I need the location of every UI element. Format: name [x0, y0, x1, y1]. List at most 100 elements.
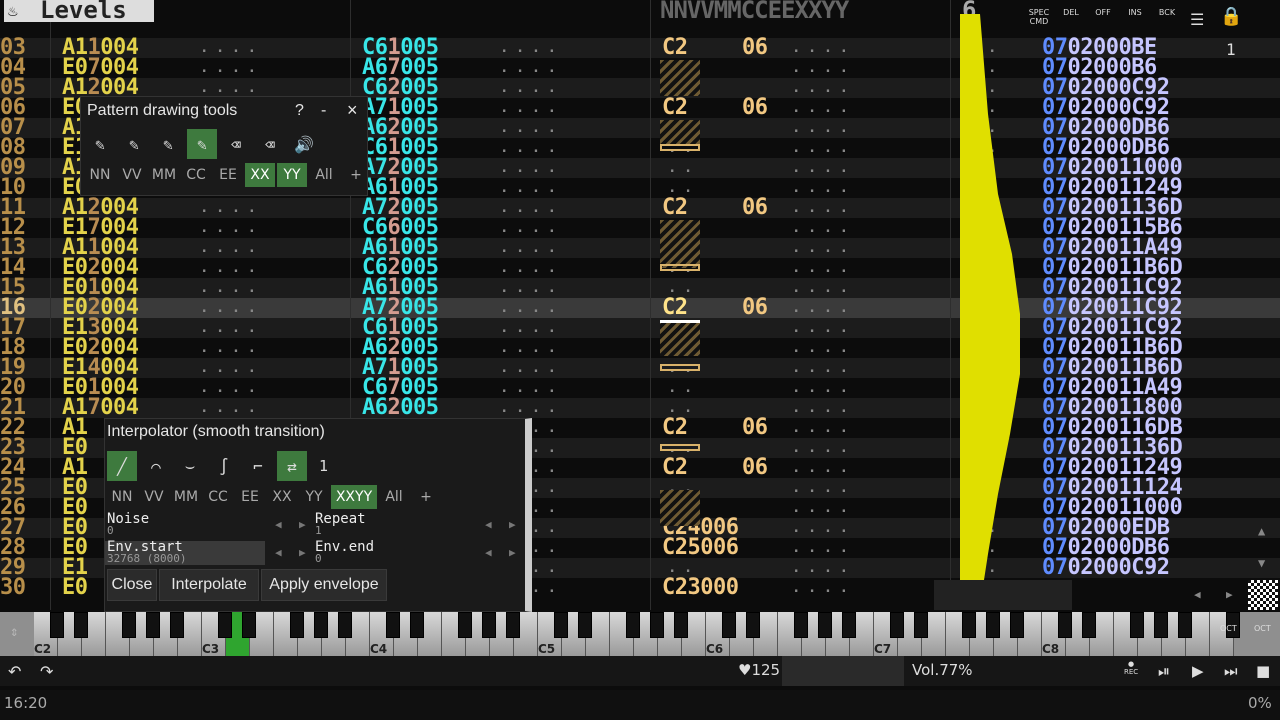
piano-black-key[interactable]	[242, 612, 256, 638]
volume-cell[interactable]: 06	[742, 97, 768, 119]
piano-black-key[interactable]	[338, 612, 352, 638]
chip-cc[interactable]: CC	[203, 485, 233, 509]
piano-black-key[interactable]	[1010, 612, 1024, 638]
noise-field[interactable]: Noise 0	[107, 512, 149, 537]
chip-ee[interactable]: EE	[213, 163, 243, 187]
minimize-button[interactable]: -	[321, 102, 326, 120]
volume-cell[interactable]: 06	[742, 37, 768, 59]
chip-vv[interactable]: VV	[117, 163, 147, 187]
backspace-icon[interactable]: BCK	[1152, 8, 1182, 17]
chip-vv[interactable]: VV	[139, 485, 169, 509]
chip-cc[interactable]: CC	[181, 163, 211, 187]
note-cell[interactable]: C2	[662, 457, 688, 479]
chip-add[interactable]: +	[411, 485, 441, 509]
piano-black-key[interactable]	[554, 612, 568, 638]
octave-up-button[interactable]: OCT	[1254, 624, 1271, 633]
play-from-cursor-icon[interactable]: ⏭	[1224, 662, 1238, 680]
apply-envelope-button[interactable]: Apply envelope	[261, 569, 387, 601]
bpm-display[interactable]: ♥125	[738, 661, 780, 679]
bpm-slider[interactable]	[782, 656, 904, 686]
chip-xxyy[interactable]: XXYY	[331, 485, 377, 509]
piano-black-key[interactable]	[914, 612, 928, 638]
note-cell[interactable]: C23000	[662, 577, 739, 599]
piano-black-key[interactable]	[578, 612, 592, 638]
note-cell[interactable]: C2	[662, 297, 688, 319]
repeat-dec-icon[interactable]: ◀	[485, 518, 492, 531]
volume-cell[interactable]: 06	[742, 457, 768, 479]
env-start-inc-icon[interactable]: ▶	[299, 546, 306, 559]
env-end-field[interactable]: Env.end 0	[315, 540, 374, 565]
chip-add[interactable]: +	[341, 163, 371, 187]
piano-black-key[interactable]	[386, 612, 400, 638]
noise-inc-icon[interactable]: ▶	[299, 518, 306, 531]
chip-nn[interactable]: NN	[107, 485, 137, 509]
eraser-all-icon[interactable]: ⌫	[255, 129, 285, 159]
lock-icon[interactable]: 🔒	[1220, 6, 1242, 27]
piano-black-key[interactable]	[506, 612, 520, 638]
piano-black-key[interactable]	[146, 612, 160, 638]
chip-all[interactable]: All	[309, 163, 339, 187]
interpolate-button[interactable]: Interpolate	[159, 569, 259, 601]
play-pattern-icon[interactable]: ⏯	[1158, 662, 1170, 680]
piano-black-key[interactable]	[890, 612, 904, 638]
spec-cmd-icon[interactable]: SPEC CMD	[1024, 8, 1054, 26]
piano-black-key[interactable]	[722, 612, 736, 638]
piano-black-key[interactable]	[458, 612, 472, 638]
note-cell[interactable]: C25006	[662, 537, 739, 559]
record-button[interactable]: ● REC	[1124, 660, 1138, 676]
piano-black-key[interactable]	[1058, 612, 1072, 638]
piano-black-key[interactable]	[410, 612, 424, 638]
pencil-vv-icon[interactable]: ✎	[153, 129, 183, 159]
env-start-dec-icon[interactable]: ◀	[275, 546, 282, 559]
env-end-dec-icon[interactable]: ◀	[485, 546, 492, 559]
chip-mm[interactable]: MM	[171, 485, 201, 509]
piano-black-key[interactable]	[74, 612, 88, 638]
piano-black-key[interactable]	[626, 612, 640, 638]
levels-title-bar[interactable]: ♨ Levels	[4, 0, 154, 24]
piano-black-key[interactable]	[746, 612, 760, 638]
piano-scroll-icon[interactable]: ⇕	[10, 624, 18, 640]
piano-black-key[interactable]	[122, 612, 136, 638]
ease-in-curve-icon[interactable]: ⌣	[175, 451, 205, 481]
note-cell[interactable]: C2	[662, 37, 688, 59]
octave-down-button[interactable]: OCT	[1220, 624, 1237, 633]
piano-black-key[interactable]	[1082, 612, 1096, 638]
note-cell[interactable]: A62005	[362, 397, 439, 419]
linear-curve-icon[interactable]: ╱	[107, 451, 137, 481]
piano-black-key[interactable]	[1178, 612, 1192, 638]
menu-icon[interactable]: ☰	[1190, 10, 1204, 29]
s-curve-icon[interactable]: ∫	[209, 451, 239, 481]
volume-cell[interactable]: 06	[742, 197, 768, 219]
scroll-down-icon[interactable]: ▼	[1258, 556, 1265, 570]
off-icon[interactable]: OFF	[1088, 8, 1118, 17]
piano-keyboard[interactable]: C2 C3 C4 C5 C6 C7 C8	[0, 612, 1280, 656]
eraser-icon[interactable]: ⌫	[221, 129, 251, 159]
insert-icon[interactable]: INS	[1120, 8, 1150, 17]
piano-black-key[interactable]	[170, 612, 184, 638]
piano-black-key[interactable]	[314, 612, 328, 638]
hex-cell[interactable]: 0702000C92	[1042, 557, 1170, 579]
piano-black-key[interactable]	[842, 612, 856, 638]
close-button[interactable]: ×	[347, 100, 358, 121]
chip-yy[interactable]: YY	[299, 485, 329, 509]
env-end-inc-icon[interactable]: ▶	[509, 546, 516, 559]
undo-icon[interactable]: ↶	[8, 662, 21, 681]
play-icon[interactable]: ▶	[1192, 662, 1204, 680]
piano-black-key[interactable]	[794, 612, 808, 638]
env-start-field[interactable]: Env.start 32768 (8000)	[105, 540, 265, 565]
volume-cell[interactable]: 06	[742, 417, 768, 439]
ease-out-curve-icon[interactable]: ⌒	[141, 451, 171, 481]
step-curve-icon[interactable]: ⌐	[243, 451, 273, 481]
horizontal-scrollbar[interactable]	[934, 580, 1072, 610]
chip-yy[interactable]: YY	[277, 163, 307, 187]
chip-nn[interactable]: NN	[85, 163, 115, 187]
volume-display[interactable]: Vol.77%	[912, 661, 973, 679]
chip-xx[interactable]: XX	[245, 163, 275, 187]
repeat-inc-icon[interactable]: ▶	[509, 518, 516, 531]
repeat-field[interactable]: Repeat 1	[315, 512, 366, 537]
pencil-off-icon[interactable]: ✎	[119, 129, 149, 159]
piano-black-key[interactable]	[218, 612, 232, 638]
note-cell[interactable]: C2	[662, 197, 688, 219]
piano-black-key[interactable]	[986, 612, 1000, 638]
chip-mm[interactable]: MM	[149, 163, 179, 187]
